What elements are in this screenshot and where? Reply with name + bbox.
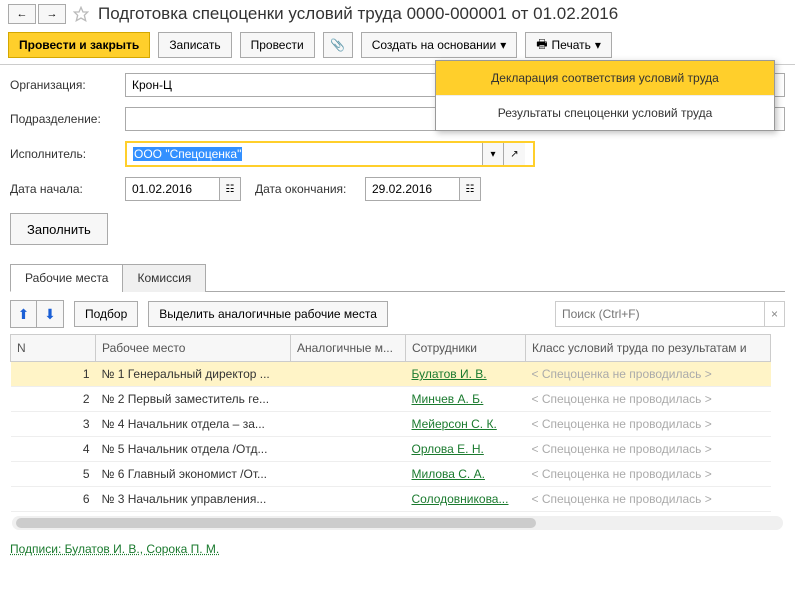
cell-workplace: № 1 Генеральный директор ... [96, 362, 291, 387]
printer-icon: 🖶 [536, 35, 547, 56]
print-button[interactable]: 🖶 Печать ▾ [525, 32, 612, 58]
date-end-calendar-button[interactable]: ☷ [459, 177, 481, 201]
chevron-down-icon: ▾ [500, 38, 506, 52]
cell-n: 6 [11, 487, 96, 512]
chevron-down-icon: ▾ [595, 38, 601, 52]
paperclip-icon: 📎 [330, 38, 345, 52]
exec-dropdown-button[interactable]: ▾ [482, 143, 504, 165]
tab-workplaces[interactable]: Рабочие места [10, 264, 123, 292]
post-and-close-button[interactable]: Провести и закрыть [8, 32, 150, 58]
menu-item-results[interactable]: Результаты спецоценки условий труда [436, 95, 774, 130]
nav-forward-button[interactable]: → [38, 4, 66, 24]
cell-analog [291, 362, 406, 387]
cell-class: < Спецоценка не проводилась > [526, 462, 771, 487]
col-n[interactable]: N [11, 335, 96, 362]
dept-label: Подразделение: [10, 112, 125, 126]
date-end-label: Дата окончания: [255, 182, 365, 196]
table-row[interactable]: 4№ 5 Начальник отдела /Отд... Орлова Е. Н… [11, 437, 771, 462]
cell-analog [291, 412, 406, 437]
table-row[interactable]: 5№ 6 Главный экономист /От... Милова С. А… [11, 462, 771, 487]
post-button[interactable]: Провести [240, 32, 315, 58]
cell-workplace: № 4 Начальник отдела – за... [96, 412, 291, 437]
fill-button[interactable]: Заполнить [10, 213, 108, 245]
employee-link[interactable]: Минчев А. Б. [412, 392, 484, 406]
cell-workplace: № 6 Главный экономист /От... [96, 462, 291, 487]
favorite-star-icon[interactable] [72, 5, 90, 23]
search-input[interactable] [556, 302, 764, 326]
print-label: Печать [552, 38, 591, 52]
nav-back-button[interactable]: ← [8, 4, 36, 24]
date-start-input[interactable] [125, 177, 220, 201]
date-start-calendar-button[interactable]: ☷ [219, 177, 241, 201]
create-based-label: Создать на основании [372, 38, 497, 52]
search-clear-button[interactable]: × [764, 302, 784, 326]
cell-n: 5 [11, 462, 96, 487]
employee-link[interactable]: Орлова Е. Н. [412, 442, 484, 456]
save-button[interactable]: Записать [158, 32, 231, 58]
employee-link[interactable]: Булатов И. В. [412, 367, 487, 381]
cell-workplace: № 5 Начальник отдела /Отд... [96, 437, 291, 462]
select-button[interactable]: Подбор [74, 301, 138, 327]
cell-analog [291, 437, 406, 462]
table-row[interactable]: 6№ 3 Начальник управления... Солодовников… [11, 487, 771, 512]
cell-class: < Спецоценка не проводилась > [526, 412, 771, 437]
employee-link[interactable]: Милова С. А. [412, 467, 485, 481]
employee-link[interactable]: Солодовникова... [412, 492, 509, 506]
cell-analog [291, 462, 406, 487]
exec-value: ООО "Спецоценка" [133, 147, 242, 161]
calendar-icon: ☷ [226, 184, 235, 195]
attach-button[interactable]: 📎 [323, 32, 353, 58]
cell-n: 2 [11, 387, 96, 412]
cell-n: 4 [11, 437, 96, 462]
cell-n: 3 [11, 412, 96, 437]
table-row[interactable]: 1№ 1 Генеральный директор ... Булатов И. … [11, 362, 771, 387]
cell-workplace: № 3 Начальник управления... [96, 487, 291, 512]
move-up-button[interactable]: ⬆ [11, 301, 37, 327]
cell-analog [291, 487, 406, 512]
cell-analog [291, 387, 406, 412]
exec-input[interactable]: ООО "Спецоценка" [127, 143, 483, 165]
scrollbar-thumb[interactable] [16, 518, 536, 528]
move-down-button[interactable]: ⬇ [37, 301, 63, 327]
create-based-on-menu: Декларация соответствия условий труда Ре… [435, 60, 775, 131]
horizontal-scrollbar[interactable] [12, 516, 783, 530]
col-workplace[interactable]: Рабочее место [96, 335, 291, 362]
col-analog[interactable]: Аналогичные м... [291, 335, 406, 362]
create-based-on-button[interactable]: Создать на основании ▾ [361, 32, 518, 58]
employee-link[interactable]: Мейерсон С. К. [412, 417, 497, 431]
cell-class: < Спецоценка не проводилась > [526, 487, 771, 512]
col-employees[interactable]: Сотрудники [406, 335, 526, 362]
org-label: Организация: [10, 78, 125, 92]
cell-n: 1 [11, 362, 96, 387]
table-row[interactable]: 2№ 2 Первый заместитель ге... Минчев А. Б… [11, 387, 771, 412]
table-row[interactable]: 3№ 4 Начальник отдела – за... Мейерсон С.… [11, 412, 771, 437]
cell-class: < Спецоценка не проводилась > [526, 362, 771, 387]
menu-item-declaration[interactable]: Декларация соответствия условий труда [436, 61, 774, 95]
cell-workplace: № 2 Первый заместитель ге... [96, 387, 291, 412]
cell-class: < Спецоценка не проводилась > [526, 387, 771, 412]
page-title: Подготовка спецоценки условий труда 0000… [98, 4, 618, 24]
highlight-analog-button[interactable]: Выделить аналогичные рабочие места [148, 301, 388, 327]
tab-commission[interactable]: Комиссия [122, 264, 206, 292]
calendar-icon: ☷ [466, 184, 475, 195]
col-class[interactable]: Класс условий труда по результатам и [526, 335, 771, 362]
signatures-link[interactable]: Подписи: Булатов И. В., Сорока П. М. [10, 542, 219, 556]
date-end-input[interactable] [365, 177, 460, 201]
exec-open-button[interactable]: ↗ [503, 143, 525, 165]
exec-label: Исполнитель: [10, 147, 125, 161]
date-start-label: Дата начала: [10, 182, 125, 196]
cell-class: < Спецоценка не проводилась > [526, 437, 771, 462]
